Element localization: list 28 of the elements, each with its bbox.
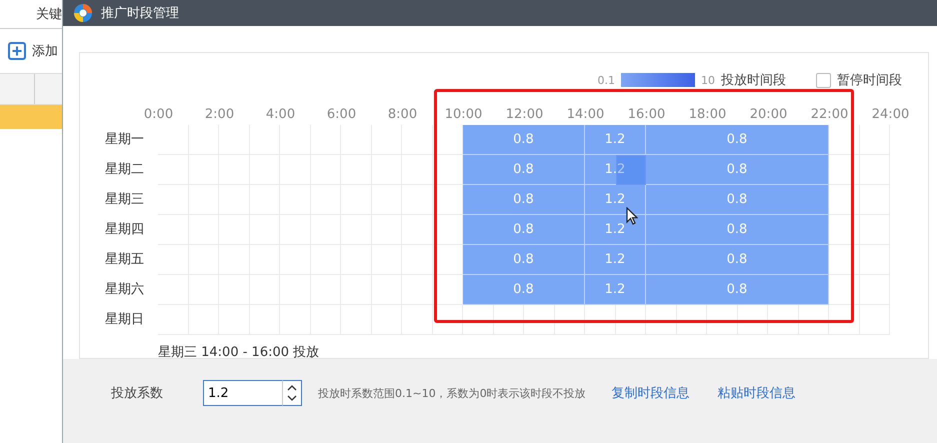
hint-text: 投放时系数范围0.1~10，系数为0时表示该时段不投放 — [318, 386, 586, 400]
day-label: 星期六 — [104, 281, 144, 299]
time-label: 6:00 — [326, 106, 358, 122]
time-label: 14:00 — [566, 106, 606, 122]
coefficient-label: 投放系数 — [111, 385, 164, 402]
legend-min: 0.1 — [598, 74, 615, 86]
window-title: 推广时段管理 — [101, 5, 179, 22]
time-label: 8:00 — [386, 106, 418, 122]
time-label: 16:00 — [626, 106, 666, 122]
day-label: 星期四 — [104, 221, 144, 239]
day-label: 星期二 — [104, 161, 144, 179]
day-label: 星期三 — [104, 191, 144, 209]
time-label: 12:00 — [504, 106, 544, 122]
time-label: 0:00 — [142, 106, 174, 122]
time-label: 22:00 — [810, 106, 850, 122]
legend-max: 10 — [701, 74, 715, 86]
time-label: 20:00 — [748, 106, 788, 122]
time-label: 24:00 — [870, 106, 910, 122]
status-text: 星期三 14:00 - 16:00 投放 — [157, 344, 320, 361]
time-label: 4:00 — [264, 106, 296, 122]
day-label: 星期日 — [104, 311, 144, 329]
day-label: 星期一 — [104, 131, 144, 149]
time-label: 10:00 — [444, 106, 484, 122]
legend-label: 投放时间段 — [721, 72, 786, 89]
time-label: 2:00 — [204, 106, 236, 122]
header-text: 关键 — [36, 6, 62, 23]
day-label: 星期五 — [104, 251, 144, 269]
time-label: 18:00 — [688, 106, 728, 122]
